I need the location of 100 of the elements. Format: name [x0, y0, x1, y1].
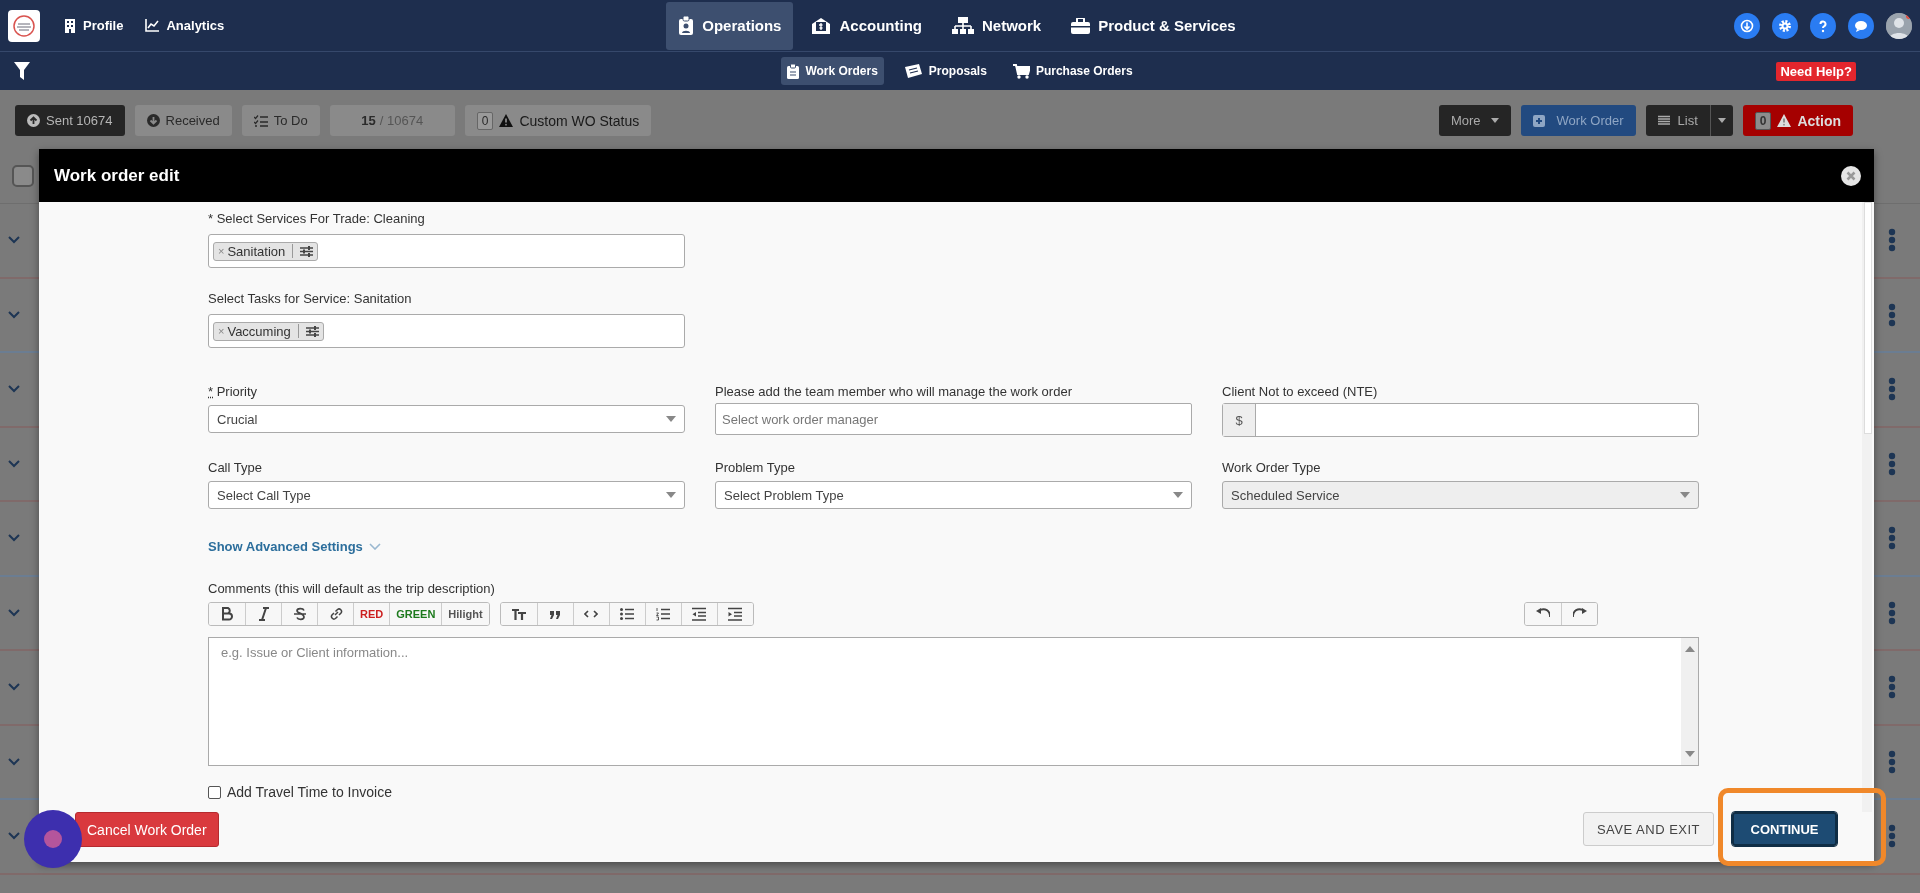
- settings-button[interactable]: [1772, 12, 1798, 39]
- italic-icon: [256, 607, 271, 621]
- status-filter[interactable]: 0 Custom WO Status: [464, 105, 652, 136]
- selected-tag[interactable]: × Vaccuming: [213, 321, 324, 341]
- input-field[interactable]: Select work order manager: [715, 403, 1192, 435]
- kebab-menu-icon[interactable]: [1888, 749, 1896, 774]
- redo-button[interactable]: [1561, 603, 1597, 625]
- chevron-down-icon[interactable]: [8, 832, 20, 841]
- kebab-menu-icon[interactable]: [1888, 302, 1896, 327]
- comments-textarea[interactable]: e.g. Issue or Client information...: [208, 637, 1699, 766]
- kebab-menu-icon[interactable]: [1888, 451, 1896, 476]
- field-label: * Select Services For Trade: Cleaning: [208, 211, 426, 226]
- chevron-down-icon[interactable]: [8, 459, 20, 468]
- scroll-down-icon: [1684, 751, 1695, 757]
- multi-select-field[interactable]: × Sanitation: [208, 234, 685, 268]
- clipboard-icon: [787, 63, 800, 79]
- filter-tab[interactable]: To Do: [241, 105, 320, 136]
- kebab-menu-icon[interactable]: [1888, 377, 1896, 402]
- nav-link[interactable]: Profile: [64, 18, 124, 33]
- kebab-menu-icon[interactable]: [1888, 824, 1896, 849]
- logo-emblem-icon: [12, 13, 36, 38]
- download-button[interactable]: [1734, 12, 1760, 39]
- field-label: Work Order Type: [1222, 460, 1322, 475]
- chevron-down-icon[interactable]: [8, 310, 20, 319]
- caret-icon: [666, 492, 676, 498]
- filter-icon[interactable]: [14, 62, 30, 80]
- warning-icon: [1777, 114, 1792, 127]
- document-icon: [903, 64, 923, 78]
- indent-icon: [728, 607, 743, 621]
- module-tab[interactable]: Accounting: [799, 1, 934, 50]
- kebab-menu-icon[interactable]: [1888, 526, 1896, 551]
- subnav-tab[interactable]: Work Orders: [781, 57, 884, 85]
- indent-button[interactable]: [716, 603, 753, 625]
- field-label: Comments (this will default as the trip description): [208, 581, 496, 596]
- caret-icon: [1490, 118, 1499, 123]
- multi-select-field[interactable]: × Vaccuming: [208, 314, 685, 348]
- chat-button[interactable]: [1848, 12, 1874, 39]
- module-tab[interactable]: Network: [939, 1, 1054, 50]
- chevron-down-icon[interactable]: [8, 385, 20, 394]
- field-label: Problem Type: [715, 460, 796, 475]
- save-and-exit-button[interactable]: SAVE AND EXIT: [1583, 812, 1714, 846]
- chevron-down-icon[interactable]: [8, 757, 20, 766]
- caret-icon: [666, 416, 676, 422]
- company-logo[interactable]: [8, 9, 40, 42]
- subnav-tab[interactable]: Purchase Orders: [1006, 57, 1139, 85]
- field-label: Select Tasks for Service: Sanitation: [208, 291, 413, 306]
- select-field[interactable]: Crucial: [208, 405, 685, 433]
- checkbox-label[interactable]: Add Travel Time to Invoice: [227, 784, 392, 800]
- subnav-tab[interactable]: Proposals: [897, 57, 993, 85]
- caret-icon: [1680, 492, 1690, 498]
- amount-field[interactable]: $: [1222, 403, 1699, 437]
- bold-icon: [220, 607, 234, 621]
- nav-link[interactable]: Analytics: [145, 18, 225, 33]
- building-icon: [64, 18, 76, 33]
- download-icon: [1740, 18, 1754, 33]
- chevron-down-icon[interactable]: [8, 683, 20, 692]
- dialog-title: Work order edit: [54, 165, 180, 186]
- strikethrough-icon: [292, 607, 307, 621]
- kebab-menu-icon[interactable]: [1888, 228, 1896, 253]
- text-color-button[interactable]: Hilight: [441, 603, 489, 625]
- module-tab[interactable]: Operations: [666, 1, 794, 50]
- cancel-work-order-button[interactable]: Cancel Work Order: [75, 812, 219, 847]
- checkbox[interactable]: [208, 785, 221, 799]
- arrow-up-circle-icon: [27, 114, 40, 127]
- selected-tag[interactable]: × Sanitation: [213, 241, 319, 261]
- avatar-icon[interactable]: [1886, 12, 1912, 39]
- link-icon: [328, 607, 343, 621]
- action-button[interactable]: 0 Action: [1742, 105, 1853, 136]
- more-dropdown[interactable]: More: [1438, 105, 1511, 136]
- kebab-menu-icon[interactable]: [1888, 600, 1896, 625]
- help-button[interactable]: [1810, 12, 1836, 39]
- view-button[interactable]: List: [1645, 105, 1710, 136]
- new-work-order-button[interactable]: Work Order: [1520, 105, 1636, 136]
- select-field[interactable]: Select Problem Type: [715, 481, 1192, 509]
- filter-tab[interactable]: Sent 10674: [15, 105, 125, 136]
- continue-button[interactable]: CONTINUE: [1732, 812, 1837, 846]
- chevron-icon: [368, 543, 381, 550]
- close-button[interactable]: [1841, 165, 1861, 186]
- field-label: * Priority: [208, 384, 259, 399]
- network-icon: [951, 17, 974, 34]
- field-label: Call Type: [208, 460, 263, 475]
- select-field[interactable]: Select Call Type: [208, 481, 685, 509]
- briefcase-icon: [1071, 17, 1091, 34]
- clipboard-icon: [678, 16, 695, 35]
- caret-icon: [1717, 118, 1726, 123]
- chevron-down-icon[interactable]: [8, 534, 20, 543]
- filter-tab[interactable]: Received: [134, 105, 232, 136]
- cart-icon: [1012, 63, 1030, 79]
- scrollbar[interactable]: [1862, 202, 1872, 812]
- help-link[interactable]: Need Help?: [1776, 61, 1856, 81]
- chevron-down-icon[interactable]: [8, 236, 20, 245]
- arrow-down-circle-icon: [146, 114, 160, 127]
- text-size-icon: [511, 607, 526, 621]
- advanced-settings-toggle[interactable]: Show Advanced Settings: [208, 539, 381, 554]
- settings-icon: [1778, 18, 1792, 33]
- kebab-menu-icon[interactable]: [1888, 675, 1896, 700]
- select-all-checkbox[interactable]: [12, 165, 34, 187]
- chevron-down-icon[interactable]: [8, 608, 20, 617]
- view-dropdown[interactable]: [1709, 105, 1733, 136]
- module-tab[interactable]: Product & Services: [1059, 1, 1248, 50]
